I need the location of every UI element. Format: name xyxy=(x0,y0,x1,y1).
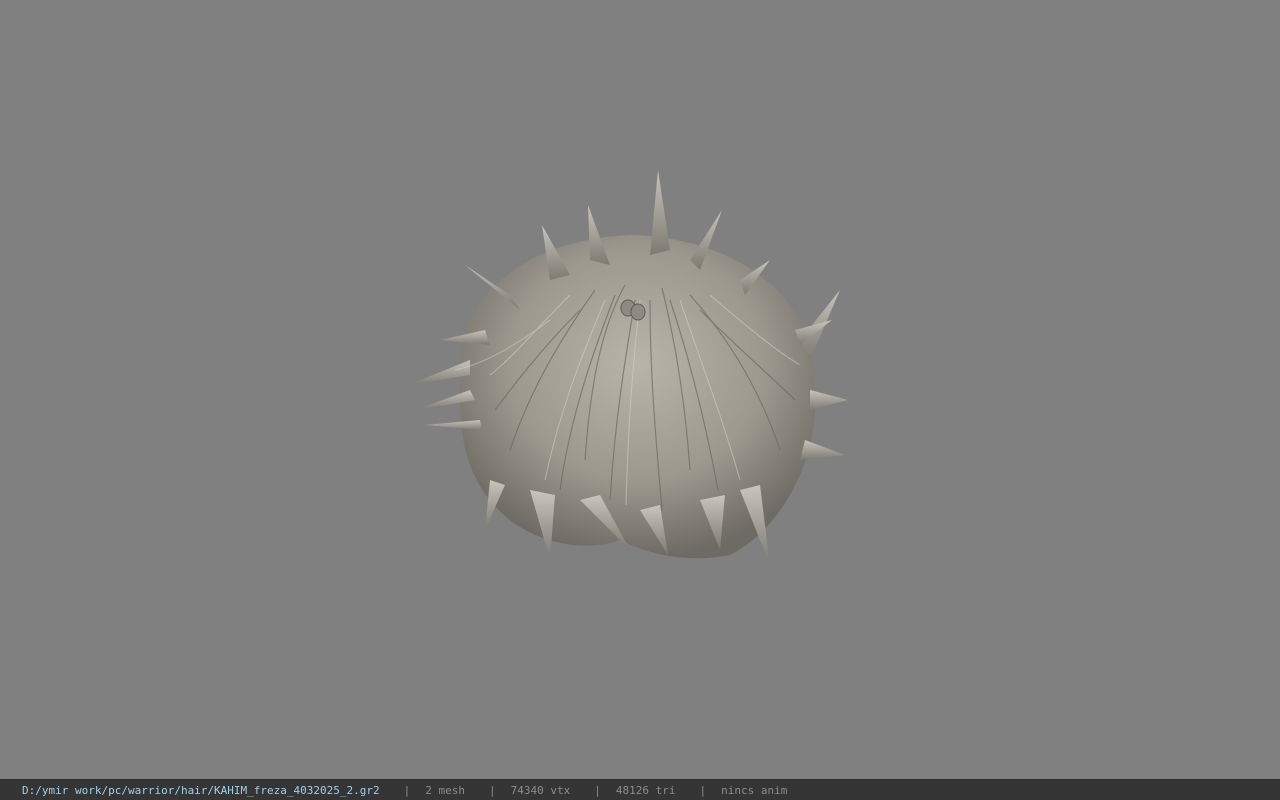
status-separator: | xyxy=(403,783,411,797)
animation-status-label: nincs anim xyxy=(721,783,788,797)
status-separator: | xyxy=(594,783,601,797)
mesh-count-label: 2 mesh xyxy=(425,783,465,797)
status-separator: | xyxy=(489,783,496,797)
3d-viewport[interactable] xyxy=(0,0,1280,779)
status-bar: D:/ymir work/pc/warrior/hair/KAHIM_freza… xyxy=(0,779,1280,800)
status-separator: | xyxy=(699,783,707,797)
file-path-label: D:/ymir work/pc/warrior/hair/KAHIM_freza… xyxy=(22,783,380,797)
vertex-count-label: 74340 vtx xyxy=(510,783,571,797)
hair-model-render[interactable] xyxy=(400,160,860,580)
triangle-count-label: 48126 tri xyxy=(615,783,676,797)
